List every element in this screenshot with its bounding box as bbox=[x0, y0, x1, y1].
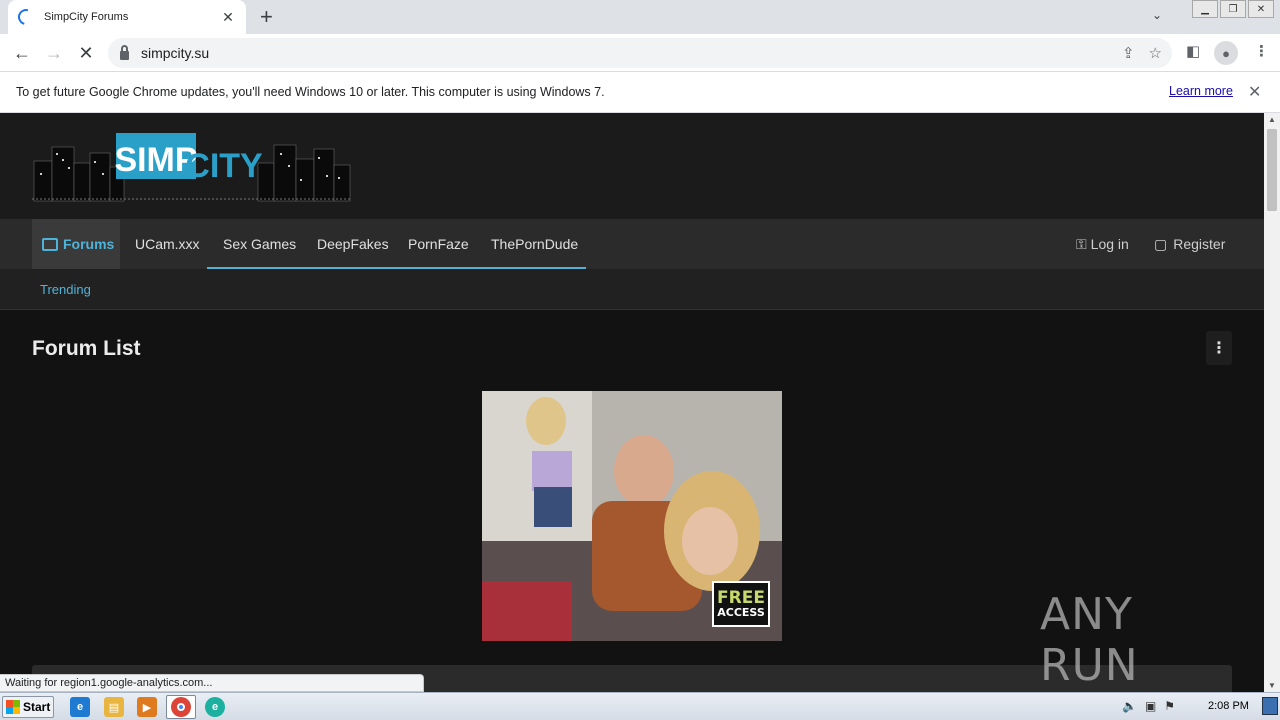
badge-line1: FREE bbox=[717, 588, 765, 608]
logo-text-city: CITY bbox=[185, 147, 263, 185]
learn-more-link[interactable]: Learn more bbox=[1169, 84, 1233, 98]
key-icon: ⚿ bbox=[1076, 235, 1087, 252]
taskbar-clock[interactable]: 2:08 PM bbox=[1208, 700, 1249, 712]
restore-button[interactable]: ❐ bbox=[1220, 0, 1246, 18]
window-controls: ▁ ❐ ✕ bbox=[1190, 0, 1274, 18]
start-label: Start bbox=[23, 700, 51, 714]
register-link[interactable]: ▢ Register bbox=[1154, 219, 1225, 269]
login-link[interactable]: ⚿ Log in bbox=[1076, 219, 1129, 269]
side-panel-icon[interactable]: ◧ bbox=[1186, 42, 1200, 60]
tab-close-icon[interactable]: ✕ bbox=[220, 9, 236, 26]
scroll-up-arrow-icon[interactable]: ▲ bbox=[1268, 115, 1276, 124]
page-scrollbar[interactable]: ▲ ▼ bbox=[1264, 113, 1280, 692]
site-logo[interactable]: SIMP CITY bbox=[32, 133, 352, 203]
bookmark-star-icon[interactable]: ☆ bbox=[1149, 44, 1162, 62]
badge-line2: ACCESS bbox=[717, 606, 765, 619]
nav-deepfakes[interactable]: DeepFakes bbox=[317, 219, 389, 269]
minimize-button[interactable]: ▁ bbox=[1192, 0, 1218, 18]
forward-button[interactable]: → bbox=[41, 40, 67, 66]
nav-pornfaze[interactable]: PornFaze bbox=[408, 219, 469, 269]
nav-ucam[interactable]: UCam.xxx bbox=[135, 219, 200, 269]
loading-spinner-icon bbox=[15, 6, 37, 28]
chat-bubble-icon bbox=[42, 237, 58, 251]
address-bar[interactable]: simpcity.su ⇪ ☆ bbox=[108, 38, 1172, 68]
anyrun-watermark: ANY RUN bbox=[1040, 589, 1235, 691]
system-tray: 🔈 ▣ ⚑ bbox=[1122, 699, 1175, 713]
register-label: Register bbox=[1173, 236, 1226, 252]
edge-icon[interactable]: e bbox=[205, 697, 225, 717]
page-options-button[interactable]: ⋮ bbox=[1206, 331, 1232, 365]
scroll-thumb[interactable] bbox=[1267, 129, 1277, 211]
new-tab-button[interactable]: + bbox=[260, 6, 273, 28]
start-button[interactable]: Start bbox=[2, 696, 54, 718]
nav-forums[interactable]: Forums bbox=[32, 219, 120, 269]
clipboard-icon: ▢ bbox=[1154, 235, 1168, 252]
page-title: Forum List bbox=[32, 337, 141, 360]
loading-status-bar: Waiting for region1.google-analytics.com… bbox=[0, 674, 424, 692]
share-icon[interactable]: ⇪ bbox=[1122, 44, 1135, 62]
nav-sex-games[interactable]: Sex Games bbox=[223, 219, 296, 269]
login-label: Log in bbox=[1090, 236, 1129, 252]
action-center-flag-icon[interactable]: ⚑ bbox=[1164, 699, 1175, 713]
file-explorer-icon[interactable]: ▤ bbox=[104, 697, 124, 717]
chrome-icon[interactable] bbox=[171, 697, 191, 717]
free-access-badge: FREE ACCESS bbox=[712, 581, 770, 627]
browser-toolbar: ← → ✕ simpcity.su ⇪ ☆ ◧ ● ⋮ bbox=[0, 34, 1280, 72]
scroll-down-arrow-icon[interactable]: ▼ bbox=[1268, 681, 1276, 690]
windows-taskbar: Start e ▤ ▶ e 🔈 ▣ ⚑ 2:08 PM bbox=[0, 692, 1280, 720]
ad-banner[interactable]: FREE ACCESS bbox=[482, 391, 782, 641]
tab-title: SimpCity Forums bbox=[44, 11, 129, 23]
nav-forums-label: Forums bbox=[63, 236, 115, 252]
sub-navbar: Trending bbox=[0, 269, 1264, 310]
network-icon[interactable]: ▣ bbox=[1145, 699, 1156, 713]
show-desktop-button[interactable] bbox=[1262, 697, 1278, 715]
tab-strip: SimpCity Forums ✕ + ⌄ ▁ ❐ ✕ bbox=[0, 0, 1280, 34]
browser-tab[interactable]: SimpCity Forums ✕ bbox=[8, 0, 246, 34]
lock-icon[interactable] bbox=[120, 44, 129, 60]
stop-loading-button[interactable]: ✕ bbox=[73, 40, 99, 66]
site-header: SIMP CITY bbox=[0, 113, 1264, 219]
update-infobar: To get future Google Chrome updates, you… bbox=[0, 72, 1280, 113]
media-player-icon[interactable]: ▶ bbox=[137, 697, 157, 717]
infobar-close-icon[interactable]: ✕ bbox=[1248, 82, 1261, 102]
watermark-text: ANY RUN bbox=[1040, 589, 1139, 691]
internet-explorer-icon[interactable]: e bbox=[70, 697, 90, 717]
infobar-message: To get future Google Chrome updates, you… bbox=[16, 85, 605, 99]
close-window-button[interactable]: ✕ bbox=[1248, 0, 1274, 18]
site-navbar: Forums UCam.xxx Sex Games DeepFakes Porn… bbox=[0, 219, 1264, 269]
url-text[interactable]: simpcity.su bbox=[141, 45, 209, 61]
chrome-menu-icon[interactable]: ⋮ bbox=[1254, 42, 1269, 60]
tab-search-chevron-icon[interactable]: ⌄ bbox=[1152, 8, 1162, 22]
vertical-ellipsis-icon: ⋮ bbox=[1211, 340, 1227, 357]
profile-avatar-icon[interactable]: ● bbox=[1214, 41, 1238, 65]
nav-theporndude[interactable]: ThePornDude bbox=[491, 219, 578, 269]
windows-logo-icon bbox=[6, 700, 20, 714]
back-button[interactable]: ← bbox=[9, 40, 35, 66]
trending-link[interactable]: Trending bbox=[40, 282, 91, 297]
volume-icon[interactable]: 🔈 bbox=[1122, 699, 1137, 713]
